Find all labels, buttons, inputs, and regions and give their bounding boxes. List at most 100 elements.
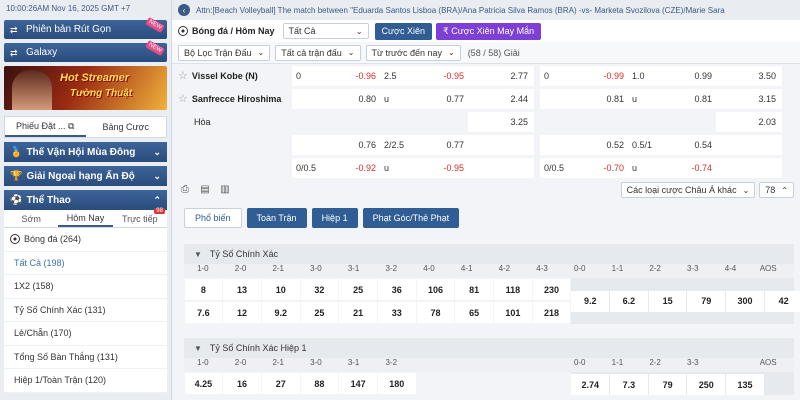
time-filter-select[interactable]: Từ trước đến nay ⌄ bbox=[365, 44, 461, 61]
sect-winter-olympics[interactable]: 🏅 Thế Vận Hội Mùa Đông ⌄ bbox=[4, 142, 167, 162]
total-line[interactable]: u bbox=[380, 94, 432, 104]
score-odds[interactable]: 118 bbox=[494, 279, 532, 300]
lite-version-button[interactable]: ⇄ Phiên bản Rút Gọn NEW bbox=[4, 17, 167, 39]
score-odds[interactable]: 15 bbox=[648, 290, 687, 312]
list-item[interactable]: 1X2 (158) bbox=[4, 275, 167, 299]
score-odds[interactable]: 4.25 bbox=[184, 373, 223, 394]
handicap-odds[interactable]: -0.99 bbox=[592, 71, 628, 81]
moneyline-odds[interactable]: 3.25 bbox=[468, 117, 534, 127]
score-odds[interactable]: 106 bbox=[416, 279, 455, 300]
total-odds[interactable]: 0.77 bbox=[432, 94, 468, 104]
sect-india-league[interactable]: 🏆 Giải Ngoại hạng Ấn Độ ⌄ bbox=[4, 166, 167, 186]
handicap-odds[interactable]: 0.80 bbox=[344, 94, 380, 104]
back-icon[interactable]: ‹ bbox=[178, 4, 190, 16]
hot-streamer-banner[interactable]: Hot Streamer Tường Thuật bbox=[4, 66, 167, 110]
tab-full-time[interactable]: Toàn Trận bbox=[246, 208, 307, 228]
score-odds[interactable]: 6.2 bbox=[610, 290, 648, 312]
score-odds[interactable]: 230 bbox=[532, 279, 571, 300]
list-item[interactable]: Tất Cả (198) bbox=[4, 252, 167, 275]
tab-corners-cards[interactable]: Phạt Góc/Thẻ Phạt bbox=[362, 208, 460, 228]
total-line[interactable]: 1.0 bbox=[628, 71, 680, 81]
score-odds[interactable]: 9.2 bbox=[261, 302, 300, 323]
total-line[interactable]: u bbox=[628, 94, 680, 104]
score-odds[interactable]: 65 bbox=[455, 302, 493, 323]
score-odds[interactable]: 79 bbox=[648, 374, 687, 395]
total-line[interactable]: 2.5 bbox=[380, 71, 432, 81]
score-odds[interactable]: 7.3 bbox=[610, 374, 648, 395]
market-select[interactable]: Tất Cả ⌄ bbox=[282, 23, 369, 39]
sect-sports[interactable]: ⚽ Thể Thao ⌃ bbox=[4, 190, 167, 210]
correct-score-header[interactable]: ▼ Tỷ Số Chính Xác bbox=[184, 244, 794, 264]
score-odds[interactable]: 250 bbox=[687, 374, 726, 395]
match-filter-select[interactable]: Tất cả trận đấu ⌄ bbox=[275, 44, 361, 61]
odds-type-select[interactable]: Các loại cược Châu Á khác ⌄ bbox=[620, 182, 756, 198]
score-odds[interactable]: 8 bbox=[184, 279, 223, 300]
score-odds[interactable]: 147 bbox=[339, 373, 377, 394]
favorite-star-icon[interactable]: ☆ bbox=[178, 69, 188, 82]
tab-first-half[interactable]: Hiệp 1 bbox=[311, 208, 358, 228]
print-icon[interactable]: ⎙ bbox=[178, 184, 192, 196]
score-odds[interactable]: 101 bbox=[494, 302, 532, 323]
handicap-odds[interactable]: -0.96 bbox=[344, 71, 380, 81]
list-item[interactable]: Lẻ/Chẵn (170) bbox=[4, 322, 167, 346]
score-odds[interactable]: 36 bbox=[377, 279, 416, 300]
score-odds[interactable]: 300 bbox=[726, 290, 764, 312]
score-odds[interactable]: 21 bbox=[339, 302, 377, 323]
score-odds[interactable]: 79 bbox=[687, 290, 726, 312]
score-odds[interactable]: 218 bbox=[532, 302, 571, 323]
total-odds[interactable]: -0.95 bbox=[432, 71, 468, 81]
total-odds[interactable]: -0.95 bbox=[432, 163, 468, 173]
handicap-line[interactable]: 0/0.5 bbox=[292, 163, 344, 173]
total-odds[interactable]: 0.54 bbox=[680, 140, 716, 150]
score-odds[interactable]: 88 bbox=[300, 373, 339, 394]
tab-early[interactable]: Sớm bbox=[4, 210, 58, 227]
total-line[interactable]: 0.5/1 bbox=[628, 140, 680, 150]
tab-bet-slip[interactable]: Phiếu Đặt ... ⧉ bbox=[5, 117, 86, 137]
league-filter-select[interactable]: Bộ Lọc Trận Đấu ⌄ bbox=[178, 44, 271, 61]
score-odds[interactable]: 13 bbox=[223, 279, 261, 300]
moneyline-odds[interactable]: 2.03 bbox=[716, 117, 782, 127]
score-odds[interactable]: 27 bbox=[261, 373, 300, 394]
handicap-odds[interactable]: 0.52 bbox=[592, 140, 628, 150]
handicap-line[interactable]: 0/0.5 bbox=[540, 163, 592, 173]
moneyline-odds[interactable]: 3.50 bbox=[716, 71, 782, 81]
first-half-correct-score-header[interactable]: ▼ Tỷ Số Chính Xác Hiệp 1 bbox=[184, 338, 794, 358]
score-odds[interactable]: 81 bbox=[455, 279, 493, 300]
lucky-parlay-button[interactable]: ₹ Cược Xiên May Mắn bbox=[435, 22, 542, 40]
score-odds[interactable]: 135 bbox=[726, 374, 764, 395]
list-item[interactable]: Tổng Số Bàn Thắng (131) bbox=[4, 346, 167, 369]
moneyline-odds[interactable]: 2.44 bbox=[468, 94, 534, 104]
score-odds[interactable]: 10 bbox=[261, 279, 300, 300]
score-odds[interactable]: 12 bbox=[223, 302, 261, 323]
total-odds[interactable]: -0.74 bbox=[680, 163, 716, 173]
tab-bet-table[interactable]: Bảng Cược bbox=[86, 117, 167, 137]
galaxy-button[interactable]: ⇄ Galaxy NEW bbox=[4, 40, 167, 62]
stats-icon[interactable]: ▥ bbox=[218, 184, 232, 196]
list-item[interactable]: Tỷ Số Chính Xác (131) bbox=[4, 299, 167, 322]
total-odds[interactable]: 0.81 bbox=[680, 94, 716, 104]
score-odds[interactable]: 78 bbox=[416, 302, 455, 323]
tab-live[interactable]: Trực tiếp 98 bbox=[113, 208, 167, 227]
score-odds[interactable]: 33 bbox=[377, 302, 416, 323]
total-line[interactable]: u bbox=[380, 163, 432, 173]
handicap-line[interactable]: 0 bbox=[540, 71, 592, 81]
total-line[interactable]: u bbox=[628, 163, 680, 173]
save-icon[interactable]: ▤ bbox=[198, 184, 212, 196]
score-odds[interactable]: 180 bbox=[377, 373, 416, 394]
moneyline-odds[interactable]: 3.15 bbox=[716, 94, 782, 104]
total-odds[interactable]: 0.99 bbox=[680, 71, 716, 81]
tab-popular[interactable]: Phổ biến bbox=[184, 208, 242, 228]
favorite-star-icon[interactable]: ☆ bbox=[178, 92, 188, 105]
moneyline-odds[interactable]: 2.77 bbox=[468, 71, 534, 81]
score-odds[interactable]: 25 bbox=[300, 302, 339, 323]
handicap-line[interactable]: 0 bbox=[292, 71, 344, 81]
tab-today[interactable]: Hôm Nay bbox=[58, 210, 113, 227]
score-odds[interactable]: 16 bbox=[223, 373, 261, 394]
total-odds[interactable]: 0.77 bbox=[432, 140, 468, 150]
score-odds[interactable]: 2.74 bbox=[571, 374, 610, 395]
score-odds[interactable]: 7.6 bbox=[184, 302, 223, 323]
score-odds[interactable]: 42 bbox=[764, 290, 800, 312]
score-odds[interactable]: 32 bbox=[300, 279, 339, 300]
list-item[interactable]: Hiệp 1/Toàn Trận (120) bbox=[4, 369, 167, 393]
handicap-odds[interactable]: -0.70 bbox=[592, 163, 628, 173]
